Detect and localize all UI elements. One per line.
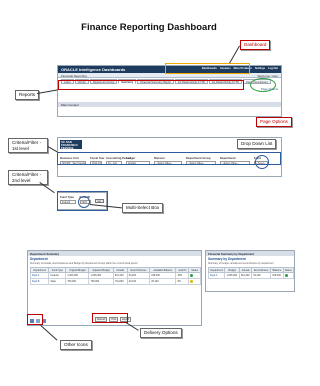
table-cell: 812,400 — [238, 272, 253, 279]
table-row: Dept A 1,025,000 812,400 54,200 158,400 — [207, 272, 295, 279]
dashboard-highlight — [165, 63, 250, 74]
top-link-settings[interactable]: Settings — [255, 67, 265, 72]
summary-table: Department Fund Type Original Budget Adj… — [29, 267, 201, 285]
oracle-brand: ORACLE Intelligence Dashboards — [61, 67, 126, 72]
table-row: Dept B State 750,000 760,000 701,800 32,… — [29, 278, 201, 285]
table-cell[interactable]: Dept A — [207, 272, 226, 279]
table-cell: 760,000 — [88, 278, 114, 285]
callout-dashboard: Dashboard — [240, 40, 271, 50]
financial-summary-panel: Financial Summary by Department Summary … — [205, 250, 295, 292]
summary-table: Department Budget Actuals Encumbrance Ba… — [207, 267, 295, 279]
table-cell: 3% — [175, 278, 190, 285]
callout-line: 1st level — [12, 145, 29, 151]
table-cell[interactable]: Dept B — [29, 278, 50, 285]
page-title: Finance Reporting Dashboard — [81, 22, 217, 33]
callout-criteria-1: Criteria/Filter - 1st level — [8, 138, 48, 154]
panel-description: Summary of budget, actuals and encumbran… — [208, 262, 274, 265]
table-cell: 32,100 — [126, 278, 151, 285]
table-cell: State — [48, 278, 67, 285]
reports-highlight — [58, 80, 244, 90]
table-cell: 26,100 — [149, 278, 177, 285]
callout-drop-down: Drop Down List — [237, 139, 277, 149]
callout-arrow — [37, 89, 58, 94]
callout-line: Criteria/Filter - — [12, 140, 42, 145]
callout-multi-select: Multi-Select Box — [122, 203, 164, 213]
drop-down-highlight — [255, 155, 269, 169]
panel-description: Summary of Actuals, Encumbrances and Bud… — [30, 262, 138, 265]
callout-reports: Reports — [15, 90, 40, 100]
top-link-log-out[interactable]: Log Out — [268, 67, 278, 72]
table-cell: 158,400 — [270, 272, 284, 279]
logo-line-2: FINANCE — [61, 146, 74, 151]
delivery-highlight — [92, 313, 128, 323]
status-cell — [282, 272, 295, 279]
table-cell: 1,025,000 — [224, 272, 240, 279]
callout-delivery: Delivery Options — [140, 328, 182, 338]
status-dot-yellow — [190, 279, 194, 283]
callout-line: Criteria/Filter - — [12, 172, 42, 177]
callout-arrow — [229, 45, 240, 64]
callout-other-icons: Other Icons — [60, 340, 92, 350]
table-cell: 750,000 — [65, 278, 90, 285]
subbar-title: Financial Reporting — [61, 74, 87, 78]
page-options-highlight — [250, 78, 276, 92]
callout-arrow — [40, 325, 58, 341]
multi-select-highlight — [78, 196, 90, 208]
callout-page-options: Page Options — [256, 117, 292, 127]
status-cell — [188, 278, 201, 285]
main-section-header: Main Content — [58, 102, 281, 107]
status-dot-green — [284, 273, 288, 277]
status-dot-green — [190, 273, 194, 277]
table-cell: 54,200 — [251, 272, 272, 279]
table-cell: 701,800 — [112, 278, 128, 285]
criteria-1-highlight — [57, 152, 281, 165]
other-icons-highlight — [27, 314, 43, 325]
ucsf-logo: UC SAN FRANCISCO FINANCE — [60, 140, 82, 151]
subbar-welcome: Welcome, User — [257, 74, 278, 78]
